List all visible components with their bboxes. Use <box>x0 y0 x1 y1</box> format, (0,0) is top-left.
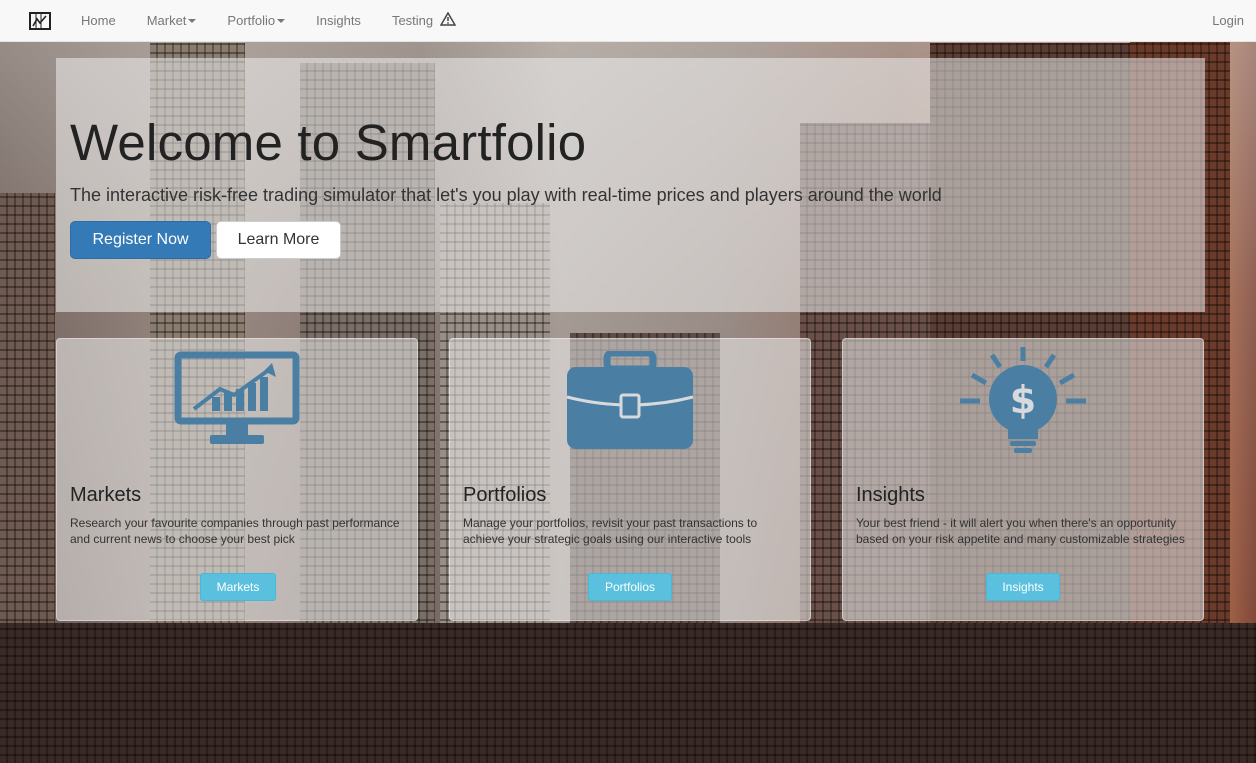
register-now-button[interactable]: Register Now <box>70 221 211 259</box>
markets-button[interactable]: Markets <box>200 573 276 601</box>
learn-more-button[interactable]: Learn More <box>216 221 341 259</box>
nav-market-label: Market <box>146 13 187 28</box>
card-description: Manage your portfolios, revisit your pas… <box>463 516 758 546</box>
login-link[interactable]: Login <box>1212 13 1244 28</box>
chart-monitor-icon <box>172 349 302 459</box>
markets-card: Markets Research your favourite companie… <box>56 338 418 621</box>
briefcase-icon <box>565 349 695 461</box>
hero-title: Welcome to Smartfolio <box>70 114 587 171</box>
insights-button[interactable]: Insights <box>986 573 1060 601</box>
nav-portfolio-dropdown[interactable]: Portfolio <box>227 13 286 28</box>
card-title: Portfolios <box>463 484 547 506</box>
dollar-lightbulb-icon: $ <box>958 345 1088 455</box>
portfolios-button[interactable]: Portfolios <box>588 573 672 601</box>
hero-subtitle: The interactive risk-free trading simula… <box>70 185 942 205</box>
portfolios-card: Portfolios Manage your portfolios, revis… <box>449 338 811 621</box>
card-title: Markets <box>70 484 142 506</box>
nav-portfolio-label: Portfolio <box>227 13 276 28</box>
nav-insights[interactable]: Insights <box>316 13 361 28</box>
nav-testing-label: Testing <box>391 13 434 28</box>
insights-card: $ Insights Your best friend - it will al… <box>842 338 1204 621</box>
nav-home-label: Home <box>81 13 116 28</box>
hero-jumbotron: Welcome to Smartfolio The interactive ri… <box>56 58 1205 312</box>
svg-text:$: $ <box>1010 378 1036 422</box>
nav-market-dropdown[interactable]: Market <box>147 13 197 28</box>
nav-insights-label: Insights <box>316 13 361 28</box>
card-description: Research your favourite companies throug… <box>70 516 400 546</box>
caret-down-icon <box>188 18 197 23</box>
nav-testing[interactable]: Testing <box>391 11 457 29</box>
card-description: Your best friend - it will alert you whe… <box>856 516 1185 546</box>
nav-home[interactable]: Home <box>81 13 116 28</box>
top-navbar: Home Market Portfolio Insights Testing L… <box>0 0 1256 42</box>
caret-down-icon <box>277 18 286 23</box>
chart-frame-icon[interactable] <box>29 11 51 30</box>
card-title: Insights <box>856 484 925 506</box>
warning-icon <box>439 11 457 29</box>
